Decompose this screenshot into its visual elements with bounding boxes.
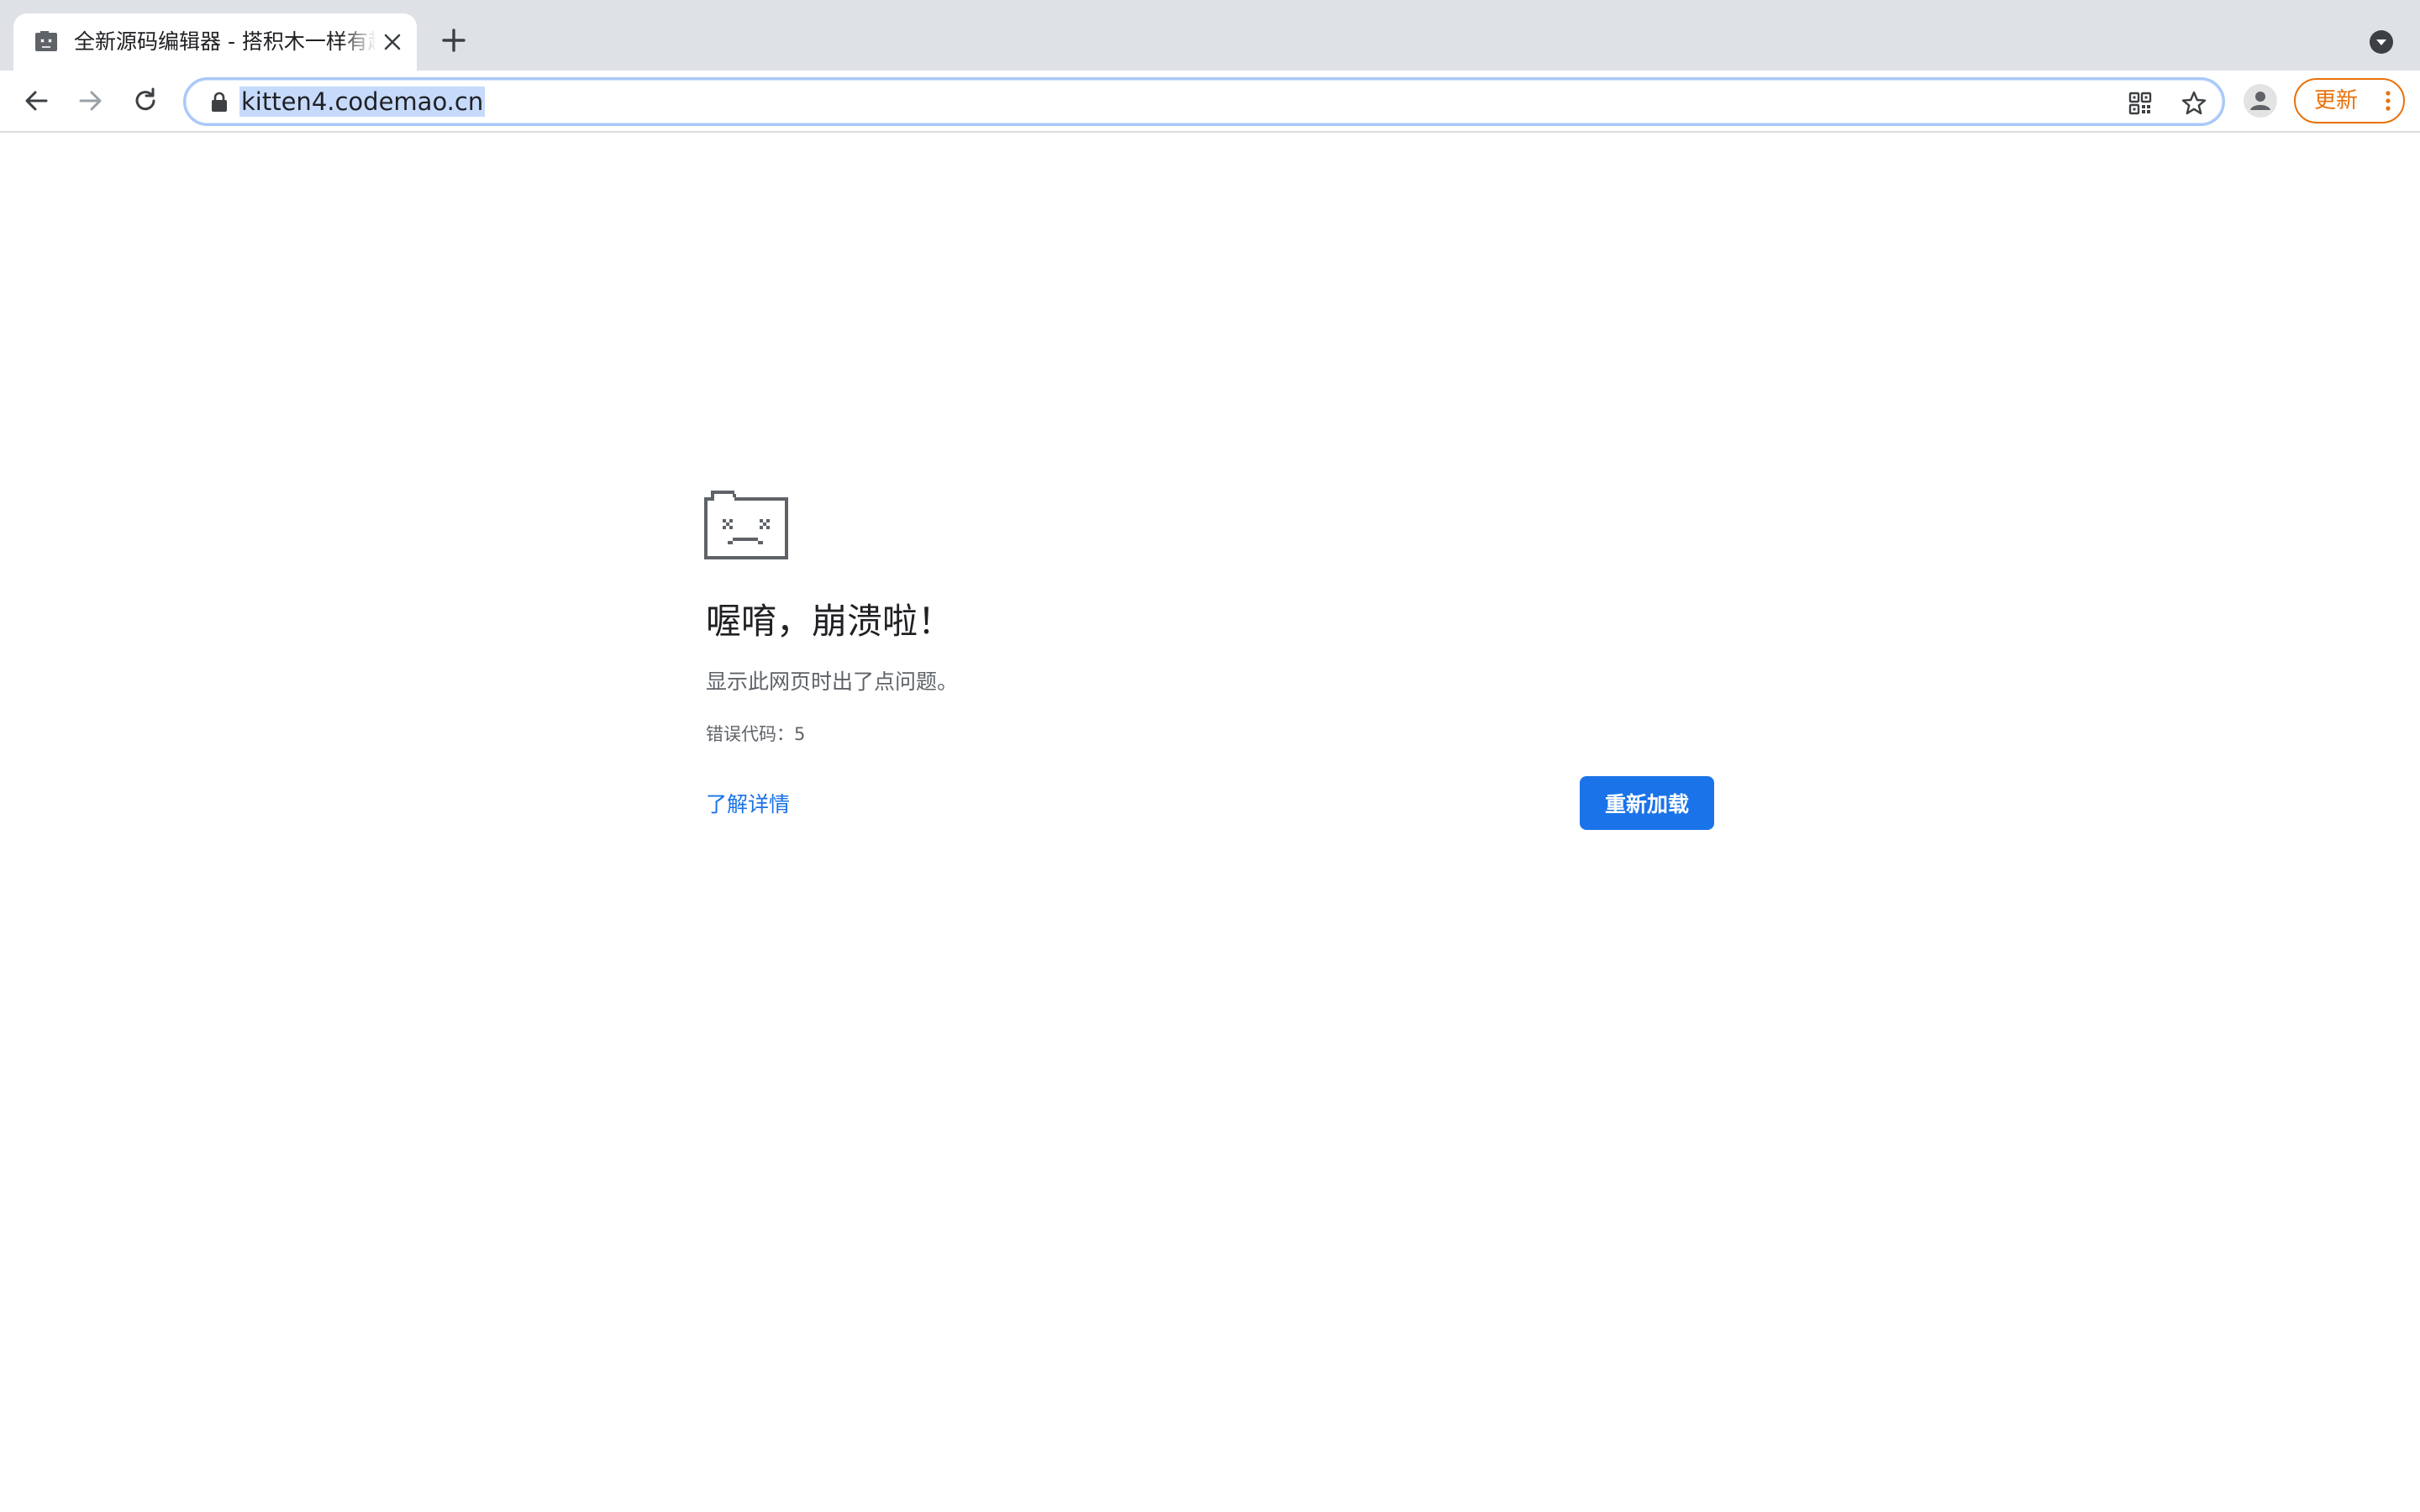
- close-icon[interactable]: [381, 31, 403, 53]
- crash-message: 显示此网页时出了点问题。: [706, 669, 959, 694]
- lock-icon[interactable]: [209, 91, 229, 113]
- update-button[interactable]: 更新: [2294, 78, 2405, 123]
- profile-icon[interactable]: [2244, 84, 2277, 118]
- qr-code-icon[interactable]: [2127, 90, 2154, 117]
- reload-button[interactable]: 重新加载: [1580, 776, 1714, 830]
- sad-tab-icon: [35, 31, 57, 51]
- address-bar[interactable]: kitten4.codemao.cn: [183, 77, 2225, 126]
- reload-icon[interactable]: [130, 86, 160, 116]
- url-text[interactable]: kitten4.codemao.cn: [239, 87, 486, 117]
- star-icon[interactable]: [2181, 90, 2207, 117]
- crash-heading: 喔唷，崩溃啦！: [706, 601, 954, 642]
- chevron-down-circle-icon[interactable]: [2368, 29, 2395, 55]
- tab-strip: 全新源码编辑器 - 搭积木一样有趣: [0, 0, 2420, 71]
- more-vert-icon[interactable]: [2376, 89, 2400, 113]
- error-code: 错误代码：5: [706, 724, 806, 744]
- update-label: 更新: [2314, 88, 2359, 113]
- browser-toolbar: kitten4.codemao.cn 更新: [0, 71, 2420, 133]
- back-arrow-icon[interactable]: [21, 86, 51, 116]
- active-tab[interactable]: 全新源码编辑器 - 搭积木一样有趣: [13, 13, 417, 71]
- forward-arrow-icon[interactable]: [76, 86, 106, 116]
- tab-title: 全新源码编辑器 - 搭积木一样有趣: [74, 29, 376, 54]
- plus-icon[interactable]: [437, 24, 471, 57]
- learn-more-link[interactable]: 了解详情: [706, 788, 790, 818]
- sad-folder-icon: [704, 491, 788, 559]
